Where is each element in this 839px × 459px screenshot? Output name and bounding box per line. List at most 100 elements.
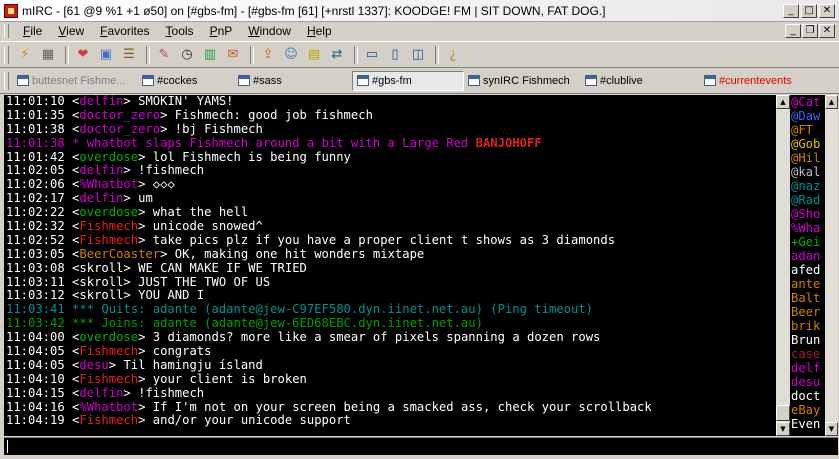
scroll-thumb[interactable] [776, 405, 790, 421]
nicklist-item[interactable]: @Rad [791, 193, 825, 207]
message-nick[interactable]: %Whatbot [79, 401, 138, 414]
nicklist-item[interactable]: adan [791, 249, 825, 263]
help-icon[interactable]: ¿ [443, 45, 463, 65]
menu-tools[interactable]: Tools [158, 24, 202, 38]
message-nick[interactable]: delfin [79, 164, 123, 177]
nicklist-item[interactable]: @Cat [791, 95, 825, 109]
nicklist-item[interactable]: @FT [791, 123, 825, 137]
nicklist-item[interactable]: @Gob [791, 137, 825, 151]
nicklist-item[interactable]: Beer [791, 305, 825, 319]
menu-favorites[interactable]: Favorites [92, 24, 157, 38]
menu-help[interactable]: Help [299, 24, 340, 38]
message-nick[interactable]: Fishmech [79, 373, 138, 386]
nicklist-item[interactable]: brik [791, 319, 825, 333]
dcc-send-icon[interactable]: ⇪ [258, 45, 278, 65]
switchbar-tab[interactable]: #sass [234, 71, 352, 91]
message-nick[interactable]: delfin [79, 387, 123, 400]
menu-pnp[interactable]: PnP [202, 24, 241, 38]
nicklist-item[interactable]: Even [791, 417, 825, 431]
minimize-button[interactable]: _ [783, 3, 799, 18]
mdi-restore-button[interactable]: ❐ [802, 24, 818, 38]
message-nick[interactable]: skroll [79, 276, 123, 289]
switchbar-tab[interactable]: #clublive [581, 71, 700, 91]
cascade-icon[interactable]: ◫ [408, 45, 428, 65]
nicklist-item[interactable]: +Gei [791, 235, 825, 249]
message-input[interactable] [4, 438, 838, 455]
nicklist-item[interactable]: @kal [791, 165, 825, 179]
nicklist-item[interactable]: @naz [791, 179, 825, 193]
nicklist-item[interactable]: @Daw [791, 109, 825, 123]
timer-icon[interactable]: ◷ [177, 45, 197, 65]
nicklist-item[interactable]: %Wha [791, 221, 825, 235]
connect-icon[interactable]: ⚡ [15, 45, 35, 65]
nicklist-item[interactable]: eBay [791, 403, 825, 417]
nick-bracket: > [123, 95, 139, 108]
colors-icon[interactable]: ▥ [200, 45, 220, 65]
nicklist-item[interactable]: @Hil [791, 151, 825, 165]
nicklist-item[interactable]: doct [791, 389, 825, 403]
message-nick[interactable]: Fishmech [79, 345, 138, 358]
message-log[interactable]: 11:01:10 <delfin> SMOKIN' YAMS! 11:01:35 … [4, 95, 775, 436]
nicklist-item[interactable]: case [791, 347, 825, 361]
message-timestamp: 11:03:05 [6, 247, 65, 261]
nicklist-item[interactable]: Balt [791, 291, 825, 305]
nicklist-scroll-up-arrow-icon[interactable]: ▲ [825, 95, 838, 109]
message-nick[interactable]: Fishmech [79, 414, 138, 427]
channel-icon [238, 75, 250, 86]
message-scrollbar[interactable]: ▲ ▼ [776, 95, 790, 436]
scroll-down-arrow-icon[interactable]: ▼ [776, 422, 790, 436]
nicklist-item[interactable]: ante [791, 277, 825, 291]
switchbar-tab[interactable]: #currentevents [700, 71, 796, 91]
scroll-up-arrow-icon[interactable]: ▲ [776, 95, 790, 109]
message-line: 11:03:08 <skroll> WE CAN MAKE IF WE TRIE… [6, 262, 775, 276]
message-nick[interactable]: skroll [79, 262, 123, 275]
switchbar-tab[interactable]: synIRC Fishmech [464, 71, 581, 91]
logs-icon[interactable]: ⇄ [327, 45, 347, 65]
nicklist-item[interactable]: Brun [791, 333, 825, 347]
message-nick[interactable]: overdose [79, 151, 138, 164]
nick-list[interactable]: @Cat @Daw @FT @Gob @Hil @kal @naz @Rad @Sho %Wha +… [791, 95, 825, 436]
tile-horizontal-icon[interactable]: ▭ [362, 45, 382, 65]
menu-file[interactable]: File [15, 24, 50, 38]
nicklist-scroll-down-arrow-icon[interactable]: ▼ [825, 422, 838, 436]
message-nick[interactable]: Fishmech [79, 234, 138, 247]
message-timestamp: 11:03:11 [6, 275, 65, 289]
message-nick[interactable]: delfin [79, 95, 123, 108]
scripts-icon[interactable]: ✎ [154, 45, 174, 65]
mirc-app-icon[interactable] [4, 3, 18, 18]
nicklist-item[interactable]: afed [791, 263, 825, 277]
tile-vertical-icon[interactable]: ▯ [385, 45, 405, 65]
switchbar-tab[interactable]: #cockes [138, 71, 234, 91]
nicklist-scrollbar[interactable]: ▲ ▼ [825, 95, 838, 436]
menu-view[interactable]: View [50, 24, 92, 38]
close-button[interactable]: ✕ [819, 3, 835, 18]
switchbar-tab[interactable]: buttesnet Fishme... [13, 71, 138, 91]
message-timestamp: 11:03:41 [6, 303, 65, 317]
message-text: !fishmech [138, 386, 205, 400]
dcc-chat-icon[interactable]: ☺ [281, 45, 301, 65]
address-book-icon[interactable]: ▣ [96, 45, 116, 65]
message-nick[interactable]: %Whatbot [79, 178, 138, 191]
message-nick[interactable]: desu [79, 359, 108, 372]
message-nick[interactable]: doctor_zero [79, 123, 160, 136]
message-nick[interactable]: overdose [79, 331, 138, 344]
message-nick[interactable]: BeerCoaster [79, 248, 160, 261]
nicklist-item[interactable]: @Sho [791, 207, 825, 221]
nicklist-item[interactable]: desu [791, 375, 825, 389]
nicklist-item[interactable]: delf [791, 361, 825, 375]
message-nick[interactable]: Fishmech [79, 220, 138, 233]
message-nick[interactable]: delfin [79, 192, 123, 205]
favorites-icon[interactable]: ❤ [73, 45, 93, 65]
message-nick[interactable]: overdose [79, 206, 138, 219]
received-files-icon[interactable]: ▤ [304, 45, 324, 65]
mdi-close-button[interactable]: ✕ [819, 24, 835, 38]
mdi-minimize-button[interactable]: _ [785, 24, 801, 38]
message-nick[interactable]: doctor_zero [79, 109, 160, 122]
switchbar-tab[interactable]: #gbs-fm [352, 70, 464, 91]
notify-icon[interactable]: ✉ [223, 45, 243, 65]
message-nick[interactable]: skroll [79, 289, 123, 302]
channels-list-icon[interactable]: ☰ [119, 45, 139, 65]
menu-window[interactable]: Window [240, 24, 299, 38]
maximize-button[interactable]: □ [801, 3, 817, 18]
options-icon[interactable]: ▦ [38, 45, 58, 65]
